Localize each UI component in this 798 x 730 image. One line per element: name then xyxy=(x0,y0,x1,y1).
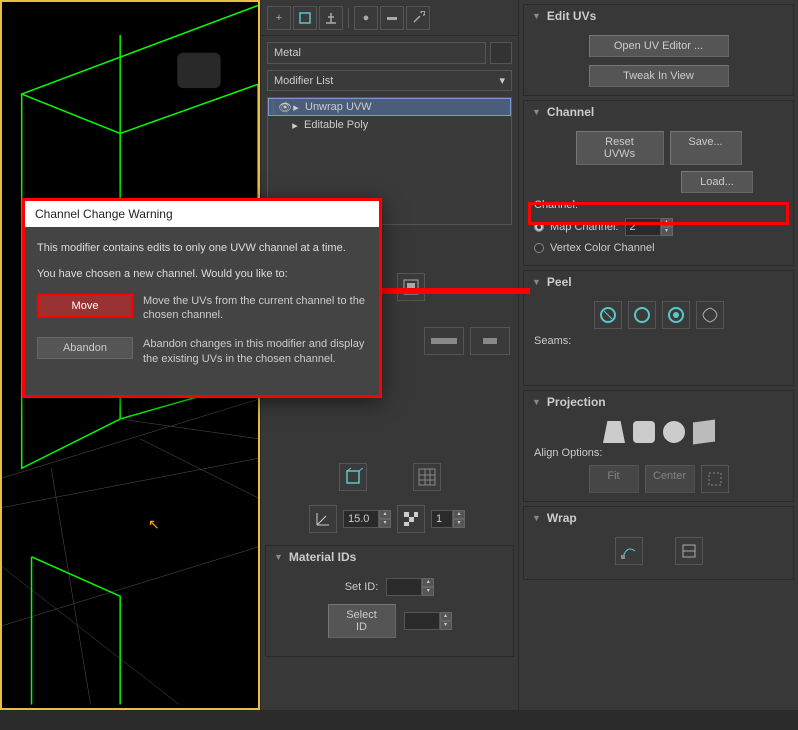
create-icon[interactable]: + xyxy=(267,6,291,30)
checker-field[interactable] xyxy=(431,510,453,528)
angle-field[interactable] xyxy=(343,510,379,528)
peel-rollout: ▼ Peel Seams: xyxy=(523,270,794,386)
grid-icon[interactable] xyxy=(413,463,441,491)
vertex-color-radio[interactable] xyxy=(534,243,544,253)
grow-icon[interactable] xyxy=(424,327,464,355)
abandon-button[interactable]: Abandon xyxy=(37,337,133,359)
wrench-icon[interactable] xyxy=(406,6,430,30)
channel-label: Channel: xyxy=(534,199,783,211)
rollout-title: Material IDs xyxy=(289,550,356,564)
peel-icon-3[interactable] xyxy=(662,301,690,329)
utilities-icon[interactable] xyxy=(380,6,404,30)
spinner-up[interactable]: ▴ xyxy=(379,510,391,519)
collapse-icon: ▼ xyxy=(532,277,541,287)
center-button[interactable]: Center xyxy=(645,465,695,493)
align-options-label: Align Options: xyxy=(534,447,783,459)
save-button[interactable]: Save... xyxy=(670,131,742,165)
modify-icon[interactable] xyxy=(293,6,317,30)
set-id-field[interactable] xyxy=(386,578,422,596)
command-toolbar: + ● xyxy=(261,0,518,36)
open-uv-editor-button[interactable]: Open UV Editor ... xyxy=(589,35,729,57)
select-id-button[interactable]: Select ID xyxy=(328,604,396,638)
rollout-title: Channel xyxy=(547,105,594,119)
move-description: Move the UVs from the current channel to… xyxy=(143,294,367,324)
checker-icon[interactable] xyxy=(397,505,425,533)
material-ids-rollout: ▼ Material IDs Set ID: ▴▾ Select ID ▴▾ xyxy=(265,545,514,657)
shrink-icon[interactable] xyxy=(470,327,510,355)
spinner-up[interactable]: ▴ xyxy=(453,510,465,519)
rollout-toggle[interactable]: ▼ Channel xyxy=(524,101,793,123)
rollout-toggle[interactable]: ▼ Wrap xyxy=(524,507,793,529)
map-channel-field[interactable] xyxy=(625,218,661,236)
load-button[interactable]: Load... xyxy=(681,171,753,193)
tweak-in-view-button[interactable]: Tweak In View xyxy=(589,65,729,87)
fit-button[interactable]: Fit xyxy=(589,465,639,493)
stack-item-unwrap[interactable]: 👁 ▸ Unwrap UVW xyxy=(268,98,511,116)
modifier-list-label: Modifier List xyxy=(274,75,333,87)
align-icon[interactable] xyxy=(701,465,729,493)
peel-icon-2[interactable] xyxy=(628,301,656,329)
collapse-icon: ▼ xyxy=(532,107,541,117)
channel-rollout: ▼ Channel Reset UVWs Save... Load... Cha… xyxy=(523,100,794,266)
right-panel: ▼ Edit UVs Open UV Editor ... Tweak In V… xyxy=(518,0,798,710)
rollout-title: Projection xyxy=(547,395,606,409)
box-proj-icon[interactable] xyxy=(693,419,715,444)
dialog-line-1: This modifier contains edits to only one… xyxy=(37,241,367,255)
edit-uvs-rollout: ▼ Edit UVs Open UV Editor ... Tweak In V… xyxy=(523,4,794,96)
spinner-down[interactable]: ▾ xyxy=(453,519,465,528)
move-button[interactable]: Move xyxy=(37,294,133,318)
wrap-rollout: ▼ Wrap xyxy=(523,506,794,580)
map-channel-label: Map Channel: xyxy=(550,221,619,233)
box-icon[interactable] xyxy=(339,463,367,491)
hierarchy-icon[interactable] xyxy=(319,6,343,30)
pelt-icon[interactable] xyxy=(696,301,724,329)
expand-icon[interactable]: ▸ xyxy=(290,119,300,132)
eye-icon[interactable]: 👁 xyxy=(273,101,287,114)
rollout-toggle[interactable]: ▼ Projection xyxy=(524,391,793,413)
object-color-swatch[interactable] xyxy=(490,42,512,64)
collapse-icon: ▼ xyxy=(532,11,541,21)
unfold-icon[interactable] xyxy=(675,537,703,565)
modifier-name: Editable Poly xyxy=(304,119,368,131)
rollout-title: Edit UVs xyxy=(547,9,596,23)
reset-uvws-button[interactable]: Reset UVWs xyxy=(576,131,664,165)
expand-icon[interactable]: ▸ xyxy=(291,101,301,114)
peel-icon-1[interactable] xyxy=(594,301,622,329)
dialog-line-2: You have chosen a new channel. Would you… xyxy=(37,267,367,281)
connector-line xyxy=(380,288,530,294)
set-id-label: Set ID: xyxy=(345,581,379,593)
chevron-down-icon: ▾ xyxy=(499,74,505,87)
abandon-description: Abandon changes in this modifier and dis… xyxy=(143,337,367,367)
projection-rollout: ▼ Projection Align Options: Fit Center xyxy=(523,390,794,502)
element-icon[interactable] xyxy=(397,273,425,301)
spinner-down[interactable]: ▾ xyxy=(379,519,391,528)
rollout-toggle[interactable]: ▼ Material IDs xyxy=(266,546,513,568)
cylindrical-icon[interactable] xyxy=(633,421,655,443)
collapse-icon: ▼ xyxy=(532,397,541,407)
rollout-toggle[interactable]: ▼ Edit UVs xyxy=(524,5,793,27)
select-id-field[interactable] xyxy=(404,612,440,630)
display-icon[interactable]: ● xyxy=(354,6,378,30)
angle-icon[interactable] xyxy=(309,505,337,533)
modifier-list-dropdown[interactable]: Modifier List ▾ xyxy=(267,70,512,91)
collapse-icon: ▼ xyxy=(532,513,541,523)
spherical-icon[interactable] xyxy=(663,421,685,443)
collapse-icon: ▼ xyxy=(274,552,283,562)
dialog-title: Channel Change Warning xyxy=(25,201,379,227)
spline-map-icon[interactable] xyxy=(615,537,643,565)
planar-icon[interactable] xyxy=(603,421,625,443)
object-name-field[interactable] xyxy=(267,42,486,64)
modifier-name: Unwrap UVW xyxy=(305,101,372,113)
rollout-title: Wrap xyxy=(547,511,577,525)
rollout-toggle[interactable]: ▼ Peel xyxy=(524,271,793,293)
seams-label: Seams: xyxy=(534,335,783,347)
rollout-title: Peel xyxy=(547,275,572,289)
stack-item-editable-poly[interactable]: ▸ Editable Poly xyxy=(268,116,511,134)
map-channel-radio[interactable] xyxy=(534,222,544,232)
vertex-color-label: Vertex Color Channel xyxy=(550,242,655,254)
channel-change-warning-dialog: Channel Change Warning This modifier con… xyxy=(22,198,382,398)
